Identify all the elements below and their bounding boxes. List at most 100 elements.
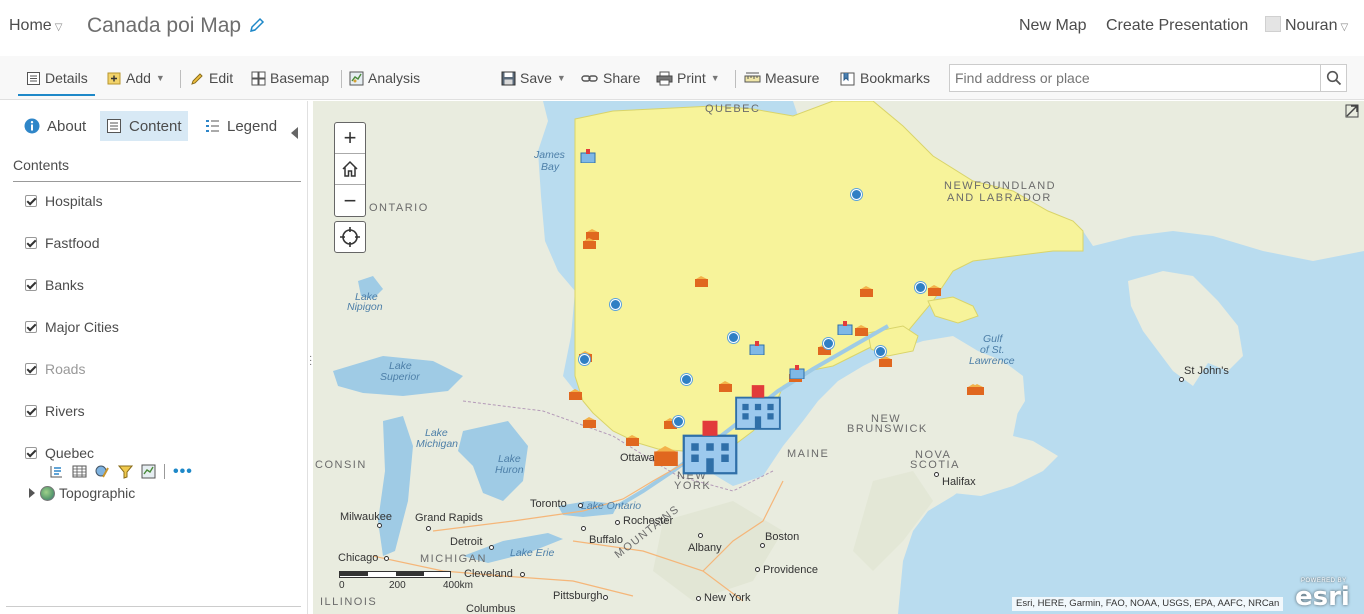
more-options-icon[interactable]: •••: [173, 463, 193, 479]
bank-marker-icon[interactable]: [579, 354, 590, 365]
fastfood-marker-icon[interactable]: [695, 276, 708, 287]
layer-name[interactable]: Quebec: [45, 445, 94, 461]
layer-name[interactable]: Rivers: [45, 403, 85, 419]
fastfood-marker-icon[interactable]: [583, 417, 596, 428]
globe-icon: [40, 485, 55, 501]
hospital-marker-icon[interactable]: [733, 383, 783, 431]
new-map-link[interactable]: New Map: [1019, 17, 1087, 35]
panel-bottom-divider: [6, 606, 301, 607]
zoom-out-button[interactable]: −: [335, 185, 365, 216]
layer-visibility-checkbox[interactable]: [25, 237, 37, 249]
edit-button[interactable]: Edit: [190, 69, 233, 87]
layer-visibility-checkbox[interactable]: [25, 405, 37, 417]
map-attribution[interactable]: Esri, HERE, Garmin, FAO, NOAA, USGS, EPA…: [1012, 597, 1284, 611]
change-style-icon[interactable]: [95, 464, 110, 479]
fastfood-marker-icon[interactable]: [860, 286, 873, 297]
user-menu[interactable]: Nouran ▽: [1285, 17, 1348, 35]
hospital-marker-icon[interactable]: [789, 365, 805, 379]
bank-marker-icon[interactable]: [681, 374, 692, 385]
zoom-in-button[interactable]: +: [335, 123, 365, 154]
fastfood-marker-icon[interactable]: [583, 238, 596, 249]
tab-about[interactable]: About: [18, 111, 92, 141]
layer-name[interactable]: Major Cities: [45, 319, 119, 335]
layer-visibility-checkbox[interactable]: [25, 279, 37, 291]
user-name[interactable]: Nouran: [1285, 17, 1337, 34]
layer-visibility-checkbox[interactable]: [25, 447, 37, 459]
layer-roads[interactable]: Roads: [25, 361, 85, 377]
city-dot: [615, 520, 620, 525]
map-view[interactable]: QUEBEC ONTARIO NEWFOUNDLAND AND LABRADOR…: [313, 101, 1364, 614]
basemap-layer[interactable]: Topographic: [29, 485, 135, 501]
water-label-huron: Huron: [495, 464, 524, 476]
expand-triangle-icon[interactable]: [29, 488, 35, 498]
bank-marker-icon[interactable]: [875, 346, 886, 357]
perform-analysis-icon[interactable]: [141, 464, 156, 479]
tab-content[interactable]: Content: [100, 111, 188, 141]
analysis-label: Analysis: [368, 70, 421, 86]
bank-marker-icon[interactable]: [610, 299, 621, 310]
fastfood-marker-icon[interactable]: [855, 325, 868, 336]
measure-button[interactable]: Measure: [744, 69, 819, 87]
expand-map-icon[interactable]: [1345, 104, 1359, 118]
esri-logo[interactable]: POWERED BY esri: [1292, 578, 1356, 612]
tab-legend[interactable]: Legend: [198, 111, 283, 141]
bookmarks-button[interactable]: Bookmarks: [839, 69, 930, 87]
avatar[interactable]: [1265, 16, 1281, 32]
locate-button[interactable]: [334, 221, 366, 253]
search-input[interactable]: [950, 65, 1310, 91]
layer-fastfood[interactable]: Fastfood: [25, 235, 99, 251]
analysis-button[interactable]: Analysis: [349, 69, 420, 87]
layer-name[interactable]: Fastfood: [45, 235, 99, 251]
bank-marker-icon[interactable]: [823, 338, 834, 349]
city-dot: [698, 533, 703, 538]
layer-banks[interactable]: Banks: [25, 277, 84, 293]
save-button[interactable]: Save ▼: [501, 69, 566, 87]
fastfood-marker-icon[interactable]: [626, 435, 639, 446]
print-button[interactable]: Print ▼: [656, 69, 720, 87]
hospital-marker-icon[interactable]: [680, 419, 740, 475]
fastfood-marker-icon[interactable]: [653, 446, 679, 466]
home-label[interactable]: Home: [9, 17, 52, 34]
fastfood-marker-icon[interactable]: [928, 285, 941, 296]
search-box[interactable]: [949, 64, 1347, 92]
panel-resize-handle[interactable]: · · ·: [309, 352, 312, 370]
show-legend-icon[interactable]: [49, 464, 64, 479]
filter-icon[interactable]: [118, 464, 133, 479]
basemap-button[interactable]: Basemap: [251, 69, 329, 87]
edit-title-pencil-icon[interactable]: [248, 16, 266, 34]
bank-marker-icon[interactable]: [915, 282, 926, 293]
fastfood-marker-icon[interactable]: [719, 381, 732, 392]
add-button[interactable]: Add ▼: [107, 69, 165, 87]
esri-wordmark: esri: [1295, 582, 1350, 612]
fastfood-marker-icon[interactable]: [971, 384, 984, 395]
layer-visibility-checkbox[interactable]: [25, 321, 37, 333]
home-menu[interactable]: Home ▽: [9, 17, 62, 35]
bank-marker-icon[interactable]: [851, 189, 862, 200]
layer-name[interactable]: Banks: [45, 277, 84, 293]
layer-hospitals[interactable]: Hospitals: [25, 193, 103, 209]
show-table-icon[interactable]: [72, 464, 87, 479]
fastfood-marker-icon[interactable]: [879, 356, 892, 367]
search-button[interactable]: [1320, 65, 1346, 91]
bank-marker-icon[interactable]: [728, 332, 739, 343]
city-dot: [760, 543, 765, 548]
layer-name[interactable]: Hospitals: [45, 193, 103, 209]
hospital-marker-icon[interactable]: [837, 321, 853, 335]
layer-rivers[interactable]: Rivers: [25, 403, 85, 419]
layer-visibility-checkbox[interactable]: [25, 195, 37, 207]
details-button[interactable]: Details: [26, 69, 88, 87]
hospital-marker-icon[interactable]: [749, 341, 765, 355]
layer-visibility-checkbox[interactable]: [25, 363, 37, 375]
fastfood-marker-icon[interactable]: [569, 389, 582, 400]
hospital-marker-icon[interactable]: [580, 149, 596, 163]
share-button[interactable]: Share: [581, 69, 640, 87]
layer-name[interactable]: Roads: [45, 361, 85, 377]
home-extent-button[interactable]: [335, 154, 365, 185]
city-dot: [426, 526, 431, 531]
city-label-buffalo: Buffalo: [589, 534, 624, 546]
create-presentation-link[interactable]: Create Presentation: [1106, 17, 1248, 35]
basemap-layer-name[interactable]: Topographic: [59, 485, 135, 501]
layer-major-cities[interactable]: Major Cities: [25, 319, 119, 335]
collapse-panel-icon[interactable]: [291, 127, 298, 139]
layer-quebec[interactable]: Quebec: [25, 445, 94, 461]
